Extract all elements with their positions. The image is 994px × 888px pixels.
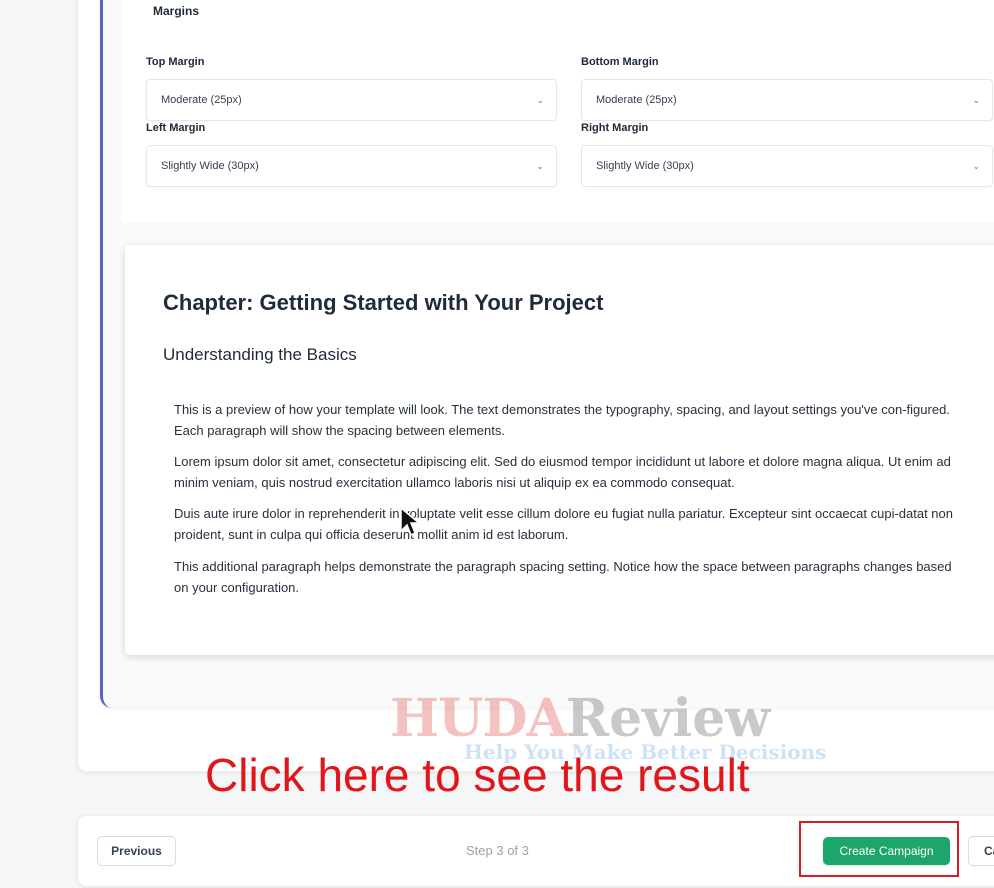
left-margin-label: Left Margin <box>146 122 206 134</box>
chevron-down-icon: ⌄ <box>972 161 980 171</box>
preview-paragraph: Lorem ipsum dolor sit amet, consectetur … <box>174 454 951 490</box>
bottom-margin-value: Moderate (25px) <box>596 94 677 106</box>
top-margin-label: Top Margin <box>146 56 205 68</box>
right-margin-label: Right Margin <box>581 122 649 134</box>
left-margin-select[interactable]: Slightly Wide (30px) ⌄ <box>146 145 557 187</box>
top-margin-select[interactable]: Moderate (25px) ⌄ <box>146 79 557 121</box>
top-margin-value: Moderate (25px) <box>161 94 242 106</box>
preview-paragraph: This additional paragraph helps demonstr… <box>174 559 952 595</box>
preview-paragraph: This is a preview of how your template w… <box>174 402 950 438</box>
margins-section-title: Margins <box>153 4 200 18</box>
create-campaign-button[interactable]: Create Campaign <box>823 837 950 865</box>
preview-subheading: Understanding the Basics <box>163 345 357 364</box>
annotation-text: Click here to see the result <box>205 749 750 801</box>
preview-chapter-title: Chapter: Getting Started with Your Proje… <box>163 290 604 315</box>
bottom-margin-label: Bottom Margin <box>581 56 659 68</box>
right-margin-select[interactable]: Slightly Wide (30px) ⌄ <box>581 145 993 187</box>
step-indicator: Step 3 of 3 <box>466 843 529 858</box>
right-margin-value: Slightly Wide (30px) <box>596 160 694 172</box>
bottom-margin-select[interactable]: Moderate (25px) ⌄ <box>581 79 993 121</box>
previous-button[interactable]: Previous <box>97 836 176 866</box>
cancel-button[interactable]: Cancel <box>968 836 994 866</box>
chevron-down-icon: ⌄ <box>972 95 980 105</box>
preview-paragraph: Duis aute irure dolor in reprehenderit i… <box>174 506 953 542</box>
mouse-pointer-icon <box>400 507 421 537</box>
chevron-down-icon: ⌄ <box>536 161 544 171</box>
chevron-down-icon: ⌄ <box>536 95 544 105</box>
left-margin-value: Slightly Wide (30px) <box>161 160 259 172</box>
